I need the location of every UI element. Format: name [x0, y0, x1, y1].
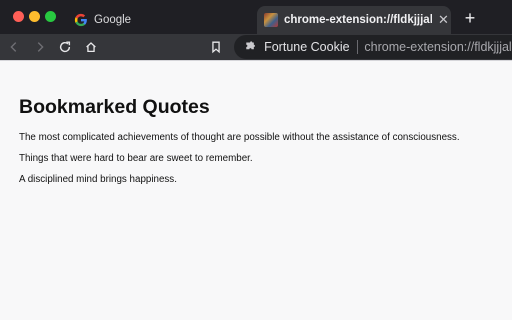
- tab-title: chrome-extension://fldkjjjalojpp: [284, 14, 432, 26]
- address-bar[interactable]: Fortune Cookie chrome-extension://fldkjj…: [234, 35, 512, 59]
- page-title: Bookmarked Quotes: [19, 96, 210, 118]
- extension-puzzle-icon: [246, 41, 255, 50]
- quote-item: The most complicated achievements of tho…: [19, 132, 460, 143]
- home-icon: [86, 42, 96, 53]
- tab-google[interactable]: Google: [66, 6, 252, 34]
- quote-item: A disciplined mind brings happiness.: [19, 174, 177, 185]
- arrow-left-icon: [10, 42, 17, 52]
- tab-strip: Google chrome-extension://fldkjjjalojpp …: [0, 0, 512, 34]
- forward-button[interactable]: [30, 37, 50, 57]
- new-tab-button[interactable]: +: [460, 8, 480, 28]
- tab-title: Google: [94, 14, 132, 26]
- tab-extension[interactable]: chrome-extension://fldkjjjalojpp ✕: [257, 6, 451, 34]
- reload-icon: [59, 41, 71, 53]
- bookmark-icon: [212, 41, 220, 54]
- tab-close-icon[interactable]: ✕: [438, 12, 449, 28]
- extension-favicon-icon: [264, 13, 278, 27]
- page-content: Bookmarked Quotes The most complicated a…: [0, 60, 512, 320]
- address-divider: [356, 40, 358, 54]
- quote-item: Things that were hard to bear are sweet …: [19, 153, 253, 164]
- site-name: Fortune Cookie: [264, 40, 350, 54]
- window-close-button[interactable]: [13, 11, 24, 22]
- arrow-right-icon: [37, 42, 44, 52]
- back-button[interactable]: [4, 37, 24, 57]
- bookmark-button[interactable]: [206, 37, 226, 57]
- home-button[interactable]: [81, 37, 101, 57]
- reload-button[interactable]: [55, 37, 75, 57]
- address-url: chrome-extension://fldkjjjalojpp: [364, 40, 512, 54]
- window-maximize-button[interactable]: [45, 11, 56, 22]
- window-minimize-button[interactable]: [29, 11, 40, 22]
- browser-toolbar: Fortune Cookie chrome-extension://fldkjj…: [0, 34, 512, 60]
- google-icon: [74, 13, 87, 27]
